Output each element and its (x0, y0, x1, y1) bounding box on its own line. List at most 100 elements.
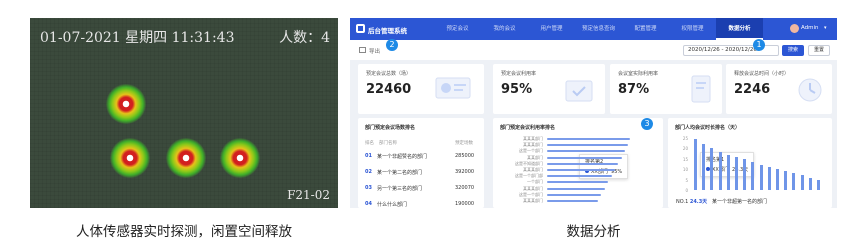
kpi-card-released-time: 释放会议总时间（小时） 2246 (726, 64, 832, 114)
kpi-value: 95% (501, 82, 533, 97)
row-dept: 什么什么部门 (377, 202, 408, 208)
utilization-bar[interactable] (547, 156, 622, 159)
screenshot-root: 01-07-2021 星期四 11:31:43 人数：4 F21-02 人体传感… (0, 0, 867, 252)
utilization-bar[interactable] (547, 200, 598, 202)
avg-time-bar[interactable] (694, 139, 697, 190)
utilization-bar[interactable] (547, 138, 631, 140)
section-title: 部门预定会议场数排名 (365, 125, 416, 131)
row-rank: 02 (365, 169, 372, 175)
y-tick-label: 0 (685, 188, 688, 193)
heat-spot (106, 84, 146, 124)
people-count-label: 人数： (279, 30, 322, 46)
avg-time-bar[interactable] (800, 175, 804, 190)
chevron-down-icon[interactable]: ▾ (824, 25, 827, 31)
no1-value: 24.3天 (689, 199, 708, 205)
main-nav: 预定会议 我的会议 用户管理 预定信息查询 配置管理 权限管理 数据分析 (434, 18, 763, 40)
kpi-card-booking-rate: 预定会议利用率 95% (493, 64, 605, 114)
nav-item-user-management[interactable]: 用户管理 (528, 18, 575, 40)
logo-icon (356, 24, 365, 33)
utilization-bar[interactable] (547, 187, 605, 190)
utilization-bar[interactable] (547, 169, 615, 171)
bar-category-label: 某某某部门 (523, 198, 543, 203)
row-dept: 某一个非超赞名的部门 (377, 154, 428, 160)
y-tick-label: 25 (682, 136, 688, 141)
avg-meeting-time-chart-card: 部门人均会议时长排名（天） 排名第1 XX部门 24.3天 NO.1 24.3天… (668, 118, 832, 208)
kpi-card-room-usage: 会议室实际利用率 87% (610, 64, 722, 114)
table-row[interactable]: 03 另一个第三名的部门 320070 (365, 185, 483, 197)
y-tick-label: 10 (682, 167, 688, 173)
search-button[interactable]: 搜索 (782, 45, 804, 56)
avg-time-bar[interactable] (792, 173, 796, 190)
kpi-value: 2246 (734, 82, 771, 97)
sensor-heatmap-panel: 01-07-2021 星期四 11:31:43 人数：4 F21-02 (30, 18, 338, 208)
callout-badge-3: 3 (641, 118, 653, 130)
caption-left: 人体传感器实时探测，闲置空间释放 (76, 224, 292, 240)
kpi-card-total-bookings: 预定会议总数（场） 22460 (358, 64, 484, 114)
reset-button[interactable]: 重置 (808, 45, 830, 56)
utilization-bar[interactable] (547, 193, 602, 196)
avg-time-bar[interactable] (767, 167, 771, 190)
avg-time-bar[interactable] (817, 179, 820, 190)
no1-dept: 某一个非超第一名的部门 (711, 199, 767, 205)
utilization-bar[interactable] (547, 181, 609, 184)
avg-time-bar[interactable] (710, 148, 714, 190)
nav-item-my-meetings[interactable]: 我的会议 (481, 18, 528, 40)
table-row[interactable]: 01 某一个非超赞名的部门 285000 (365, 153, 483, 165)
user-name[interactable]: Admin (801, 25, 819, 31)
utilization-bar[interactable] (547, 175, 612, 178)
avg-time-bar[interactable] (751, 161, 755, 190)
document-icon (691, 75, 711, 103)
app-title: 后台管理系统 (368, 27, 407, 35)
section-title: 部门人均会议时长排名（天） (675, 125, 741, 131)
kpi-title: 释放会议总时间（小时） (734, 71, 790, 77)
callout-badge-1: 1 (753, 39, 765, 51)
bar-category-label: 某某部门 (527, 154, 543, 160)
calendar-check-icon (565, 80, 593, 102)
people-count-value: 4 (321, 30, 330, 46)
avg-time-bar[interactable] (759, 165, 763, 190)
nav-item-booking-query[interactable]: 预定信息查询 (575, 18, 622, 40)
presentation-icon (435, 77, 471, 99)
table-row[interactable]: 04 什么什么部门 190000 (365, 201, 483, 208)
utilization-bar[interactable] (547, 162, 619, 165)
col-header-dept: 部门名称 (379, 141, 397, 146)
avg-time-bar[interactable] (743, 158, 747, 190)
utilization-bar[interactable] (547, 150, 626, 153)
export-button[interactable]: 导出 (369, 47, 380, 55)
avg-time-bar[interactable] (776, 169, 779, 190)
avg-time-bar[interactable] (702, 144, 706, 190)
people-count: 人数：4 (279, 27, 330, 47)
heat-spot (110, 138, 150, 178)
nav-item-permissions[interactable]: 权限管理 (669, 18, 716, 40)
sensor-datetime: 01-07-2021 星期四 11:31:43 (40, 30, 235, 46)
export-icon[interactable] (359, 47, 366, 53)
avg-time-bar[interactable] (808, 177, 812, 190)
nav-item-data-analysis[interactable]: 数据分析 (716, 18, 763, 40)
avg-time-bar[interactable] (735, 156, 738, 190)
avg-time-bar[interactable] (784, 171, 788, 190)
row-dept: 某一个第二名的部门 (377, 170, 423, 176)
utilization-bar[interactable] (547, 144, 628, 147)
dept-utilization-chart-card: 部门预定会议利用率排名 排名第2 XX部门 95% 某某某部门某某某部门这是一个… (493, 118, 663, 208)
dept-booking-rank-card: 部门预定会议场数排名 排名 部门名称 预定场数 01 某一个非超赞名的部门 28… (358, 118, 484, 208)
bar-category-label: 这是一个部门 (519, 148, 543, 154)
avg-time-bar[interactable] (718, 151, 722, 190)
col-header-rank: 排名 (365, 141, 374, 146)
row-count: 190000 (455, 201, 475, 207)
bar-category-label: 某某某部门 (523, 185, 543, 191)
row-rank: 04 (365, 201, 372, 207)
top-dept-summary: NO.1 24.3天 某一个非超第一名的部门 (676, 198, 767, 205)
bar-category-label: 一个部门 (527, 179, 543, 185)
row-count: 285000 (455, 153, 475, 159)
bar-category-label: 这是一个部门 (519, 191, 543, 197)
avatar[interactable] (790, 24, 799, 33)
caption-right: 数据分析 (566, 224, 621, 240)
col-header-count: 预定场数 (455, 141, 473, 146)
kpi-value: 22460 (366, 82, 412, 97)
nav-item-book-meeting[interactable]: 预定会议 (434, 18, 481, 40)
admin-dashboard: 后台管理系统 预定会议 我的会议 用户管理 预定信息查询 配置管理 权限管理 数… (350, 18, 837, 208)
avg-time-bar[interactable] (726, 154, 730, 190)
table-row[interactable]: 02 某一个第二名的部门 392000 (365, 169, 483, 181)
nav-item-config[interactable]: 配置管理 (622, 18, 669, 40)
y-tick-label: 5 (685, 177, 688, 183)
